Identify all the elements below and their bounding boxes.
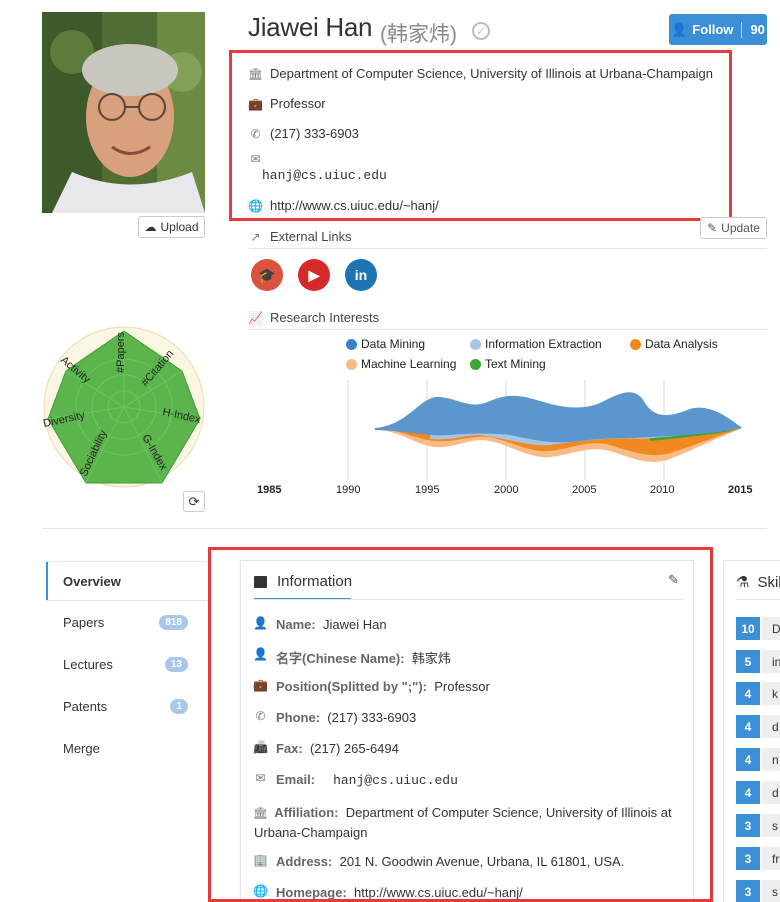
axis-tick: 1990 [336, 484, 361, 496]
axis-tick: 2010 [650, 484, 675, 496]
external-link-icon: ↗ [250, 229, 261, 244]
nav-item-patents[interactable]: Patents 1 [46, 686, 208, 726]
skill-count: 3 [736, 880, 760, 902]
lectures-count-badge: 13 [164, 656, 188, 672]
nav-item-overview[interactable]: Overview [46, 561, 208, 601]
divider [249, 248, 767, 249]
axis-tick: 2015 [728, 484, 753, 496]
skill-label[interactable]: d [762, 715, 780, 738]
skill-count: 4 [736, 748, 760, 771]
add-user-icon: 👤 [671, 21, 688, 37]
area-chart-icon: 📈 [248, 310, 263, 325]
legend-data-mining: Data Mining [346, 337, 425, 351]
radar-chart: #Papers #Citation H-Index G-Index Sociab… [42, 326, 205, 488]
axis-tick: 2000 [494, 484, 519, 496]
skill-label[interactable]: s [762, 814, 780, 837]
skill-label[interactable]: k [762, 682, 780, 705]
nav-item-lectures[interactable]: Lectures 13 [46, 644, 208, 684]
highlight-box-contact [229, 50, 732, 221]
skill-count: 4 [736, 715, 760, 738]
refresh-button[interactable]: ⟳ [183, 491, 205, 512]
nav-item-papers[interactable]: Papers 818 [46, 602, 208, 642]
external-links-heading: ↗ External Links [250, 229, 352, 244]
flask-icon: ⚗ [736, 574, 750, 591]
refresh-icon: ⟳ [188, 493, 200, 509]
skill-count: 3 [736, 847, 760, 870]
skills-card-header: ⚗ Skil [736, 573, 780, 592]
verified-check-icon: ✓ [472, 22, 490, 40]
divider [736, 599, 780, 600]
highlight-box-information [208, 547, 713, 902]
axis-tick: 2005 [572, 484, 597, 496]
legend-data-analysis: Data Analysis [630, 337, 718, 351]
profile-name: Jiawei Han [248, 12, 373, 42]
profile-photo [42, 12, 205, 213]
legend-dot [346, 338, 357, 350]
skill-label[interactable]: d [762, 781, 780, 804]
research-interests-heading: 📈 Research Interests [248, 310, 380, 325]
update-button[interactable]: ✎ Update [700, 217, 767, 239]
divider [249, 329, 767, 330]
stream-data-mining [375, 392, 742, 443]
patents-count-badge: 1 [170, 698, 188, 714]
legend-machine-learning: Machine Learning [346, 357, 456, 371]
section-divider [42, 528, 767, 529]
upload-button[interactable]: ☁ Upload [138, 216, 205, 238]
skill-label[interactable]: s [762, 880, 780, 902]
skill-count: 4 [736, 682, 760, 705]
skill-count: 5 [736, 650, 760, 673]
legend-dot [630, 338, 641, 350]
skill-label[interactable]: n [762, 748, 780, 771]
legend-text-mining: Text Mining [470, 357, 546, 371]
nav-item-merge[interactable]: Merge [46, 728, 208, 768]
axis-tick: 1995 [415, 484, 440, 496]
profile-chinese-name: (韩家炜) [380, 23, 457, 46]
follow-separator [741, 21, 743, 38]
legend-information-extraction: Information Extraction [470, 337, 602, 351]
axis-tick: 1985 [257, 484, 282, 496]
scholar-icon[interactable]: 🎓 [251, 259, 283, 291]
research-streamgraph [347, 380, 742, 480]
linkedin-icon[interactable]: in [345, 259, 377, 291]
skill-label[interactable]: D [762, 617, 780, 640]
youtube-icon[interactable]: ▶ [298, 259, 330, 291]
legend-dot [470, 358, 481, 370]
skill-label[interactable]: in [762, 650, 780, 673]
radar-label-papers: #Papers [115, 332, 127, 373]
papers-count-badge: 818 [159, 614, 188, 630]
cloud-upload-icon: ☁ [144, 220, 157, 234]
skill-label[interactable]: fr [762, 847, 780, 870]
legend-dot [470, 338, 481, 350]
skill-count: 10 [736, 617, 760, 640]
legend-dot [346, 358, 357, 370]
skill-count: 4 [736, 781, 760, 804]
follow-button[interactable]: 👤 Follow 90 [669, 14, 767, 45]
skill-count: 3 [736, 814, 760, 837]
edit-icon: ✎ [707, 221, 718, 235]
